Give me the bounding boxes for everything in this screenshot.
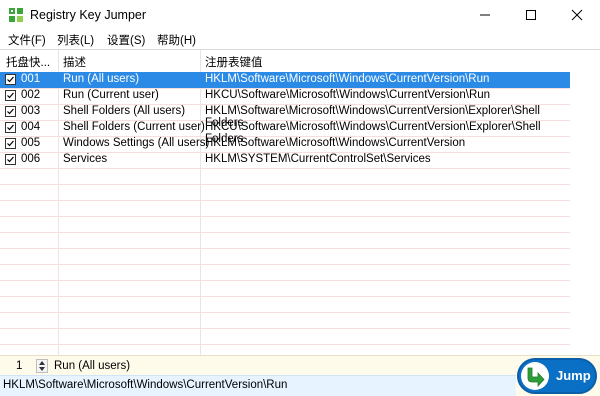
minimize-icon	[480, 14, 490, 16]
menu-file[interactable]: 文件(F)	[8, 32, 46, 48]
table-row[interactable]: 004 Shell Folders (Current user) HKCU\Soft…	[0, 120, 570, 145]
checkmark-icon	[7, 108, 14, 115]
row-registry-key: HKCU\Software\Microsoft\Windows\CurrentV…	[205, 89, 491, 101]
checkmark-icon	[7, 140, 14, 147]
table-row[interactable]: 002 Run (Current user) HKCU\Software\Micro…	[0, 88, 570, 104]
checkmark-icon	[7, 76, 14, 83]
jump-button[interactable]: Jump	[517, 358, 597, 394]
row-description: Windows Settings (All users)	[63, 137, 210, 149]
jump-arrow-icon	[521, 362, 549, 390]
row-registry-key: HKLM\SYSTEM\CurrentControlSet\Services	[205, 153, 431, 165]
spin-down-icon[interactable]	[39, 367, 45, 371]
column-header-registry-key[interactable]: 注册表键值	[205, 54, 263, 70]
row-registry-key: HKLM\Software\Microsoft\Windows\CurrentV…	[205, 137, 466, 149]
row-checkbox[interactable]	[5, 106, 16, 117]
path-field[interactable]: HKLM\Software\Microsoft\Windows\CurrentV…	[0, 375, 516, 396]
row-id: 006	[21, 153, 41, 165]
row-checkbox[interactable]	[5, 90, 16, 101]
table-row[interactable]: 005 Windows Settings (All users) HKLM\Soft…	[0, 136, 570, 152]
list-header: 托盘快... 描述 注册表键值	[0, 50, 600, 73]
close-button[interactable]	[554, 0, 600, 30]
row-id: 004	[21, 121, 41, 133]
checkmark-icon	[7, 124, 14, 131]
row-id: 001	[21, 73, 41, 85]
row-checkbox[interactable]	[5, 74, 16, 85]
checkmark-icon	[7, 156, 14, 163]
row-id: 003	[21, 105, 41, 117]
column-header-tray[interactable]: 托盘快...	[6, 54, 50, 70]
row-description: Shell Folders (Current user)	[63, 121, 205, 133]
list-blank-area	[570, 50, 600, 356]
spin-up-icon[interactable]	[39, 361, 45, 365]
column-header-description[interactable]: 描述	[63, 54, 86, 70]
row-id: 002	[21, 89, 41, 101]
close-icon	[571, 9, 583, 21]
maximize-icon	[526, 10, 536, 20]
minimize-button[interactable]	[462, 0, 508, 30]
menu-settings[interactable]: 设置(S)	[107, 32, 145, 48]
checkmark-icon	[7, 92, 14, 99]
app-icon	[8, 7, 24, 23]
row-description: Run (All users)	[63, 73, 140, 85]
row-checkbox[interactable]	[5, 138, 16, 149]
maximize-button[interactable]	[508, 0, 554, 30]
table-row[interactable]: 003 Shell Folders (All users) HKLM\Softwar…	[0, 104, 570, 129]
list-rows: 001 Run (All users) HKLM\Software\Microsof…	[0, 72, 600, 356]
status-bar: 1 Run (All users) HKLM\Software\Microsof…	[0, 355, 600, 396]
index-value[interactable]: 1	[16, 360, 22, 372]
table-row[interactable]: 001 Run (All users) HKLM\Software\Microsof…	[0, 72, 570, 88]
menu-bar: 文件(F) 列表(L) 设置(S) 帮助(H)	[0, 30, 600, 48]
row-description: Services	[63, 153, 108, 165]
row-checkbox[interactable]	[5, 122, 16, 133]
row-registry-key: HKLM\Software\Microsoft\Windows\CurrentV…	[205, 73, 490, 85]
table-row[interactable]: 006 Services HKLM\SYSTEM\CurrentControlSet…	[0, 152, 570, 168]
path-text: HKLM\Software\Microsoft\Windows\CurrentV…	[3, 379, 288, 391]
title-bar: Registry Key Jumper	[0, 0, 600, 30]
index-spinner[interactable]	[36, 359, 48, 373]
window-title: Registry Key Jumper	[30, 8, 147, 22]
key-list[interactable]: 托盘快... 描述 注册表键值 001 Run (All users) HKLM\S…	[0, 49, 600, 356]
row-id: 005	[21, 137, 41, 149]
row-checkbox[interactable]	[5, 154, 16, 165]
menu-list[interactable]: 列表(L)	[57, 32, 94, 48]
row-description: Run (Current user)	[63, 89, 159, 101]
jump-label: Jump	[556, 368, 591, 383]
selected-entry-label: Run (All users)	[54, 360, 131, 372]
menu-help[interactable]: 帮助(H)	[157, 32, 196, 48]
row-description: Shell Folders (All users)	[63, 105, 186, 117]
